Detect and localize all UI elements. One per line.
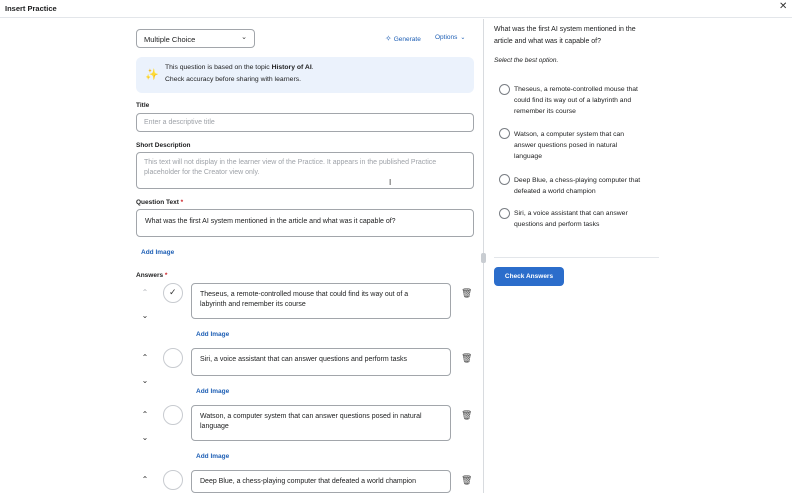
ai-topic-banner: ✨ This question is based on the topic Hi…: [136, 57, 474, 93]
short-description-placeholder-1: This text will not display in the learne…: [144, 159, 437, 166]
generate-label: Generate: [393, 36, 421, 43]
correct-answer-toggle[interactable]: ✓: [163, 283, 183, 303]
answer-input-4[interactable]: Deep Blue, a chess-playing computer that…: [191, 470, 451, 493]
preview-hint: Select the best option.: [494, 57, 559, 64]
question-text-value: What was the first AI system mentioned i…: [145, 218, 396, 225]
correct-answer-toggle[interactable]: [163, 348, 183, 368]
trash-icon[interactable]: 🗑: [461, 410, 472, 421]
dialog-titlebar: Insert Practice ✕: [0, 0, 792, 18]
preview-option-3: Deep Blue, a chess-playing computer that…: [514, 177, 641, 195]
chevron-down-icon: ⌄: [460, 35, 466, 41]
answer-input-3[interactable]: Watson, a computer system that can answe…: [191, 405, 451, 441]
trash-icon[interactable]: 🗑: [461, 353, 472, 364]
preview-question: What was the first AI system mentioned i…: [494, 26, 636, 45]
short-description-placeholder-2: placeholder for the Creator view only.: [144, 169, 260, 176]
chevron-down-icon: ⌄: [241, 34, 247, 41]
move-up-icon[interactable]: ⌃: [140, 289, 150, 297]
title-input[interactable]: Enter a descriptive title: [136, 113, 474, 132]
move-down-icon[interactable]: ⌄: [140, 312, 150, 320]
correct-answer-toggle[interactable]: [163, 405, 183, 425]
preview-option-radio[interactable]: [499, 174, 510, 185]
question-text-label: Question Text *: [136, 199, 184, 206]
add-image-question-link[interactable]: Add Image: [141, 249, 174, 256]
preview-option-2: Watson, a computer system that can answer…: [514, 131, 625, 160]
check-answers-button[interactable]: Check Answers: [494, 267, 564, 286]
add-image-answer-1-link[interactable]: Add Image: [196, 331, 229, 338]
banner-line-1: This question is based on the topic Hist…: [165, 64, 314, 71]
move-down-icon[interactable]: ⌄: [140, 434, 150, 442]
move-up-icon[interactable]: ⌃: [140, 411, 150, 419]
title-label: Title: [136, 102, 150, 109]
short-description-input[interactable]: This text will not display in the learne…: [136, 152, 474, 189]
answers-label: Answers *: [136, 272, 168, 279]
preview-option-4: Siri, a voice assistant that can answer q…: [514, 210, 628, 228]
banner-topic: History of AI: [271, 64, 312, 71]
preview-option-radio[interactable]: [499, 84, 510, 95]
short-description-label: Short Description: [136, 142, 191, 149]
correct-answer-toggle[interactable]: [163, 470, 183, 490]
magic-wand-icon: ✧: [385, 34, 392, 43]
dialog-title: Insert Practice: [5, 4, 57, 13]
add-image-answer-2-link[interactable]: Add Image: [196, 388, 229, 395]
banner-line-2: Check accuracy before sharing with learn…: [165, 76, 302, 83]
check-icon: ✓: [169, 287, 177, 297]
add-image-answer-3-link[interactable]: Add Image: [196, 453, 229, 460]
trash-icon[interactable]: 🗑: [461, 288, 472, 299]
close-icon[interactable]: ✕: [779, 2, 787, 12]
question-type-select[interactable]: Multiple Choice ⌄: [136, 29, 255, 48]
move-down-icon[interactable]: ⌄: [140, 377, 150, 385]
answer-input-2[interactable]: Siri, a voice assistant that can answer …: [191, 348, 451, 376]
move-up-icon[interactable]: ⌃: [140, 354, 150, 362]
generate-button[interactable]: ✧ Generate: [385, 34, 421, 43]
title-placeholder: Enter a descriptive title: [144, 119, 215, 126]
preview-option-radio[interactable]: [499, 208, 510, 219]
question-type-value: Multiple Choice: [144, 35, 196, 44]
question-text-input[interactable]: What was the first AI system mentioned i…: [136, 209, 474, 237]
resize-handle[interactable]: [481, 253, 486, 263]
text-cursor-icon: I: [389, 178, 392, 187]
answer-input-1[interactable]: Theseus, a remote-controlled mouse that …: [191, 283, 451, 319]
preview-option-1: Theseus, a remote-controlled mouse that c…: [514, 86, 638, 115]
preview-option-radio[interactable]: [499, 128, 510, 139]
move-up-icon[interactable]: ⌃: [140, 476, 150, 484]
options-label: Options: [435, 34, 458, 41]
magic-wand-icon: ✨: [145, 69, 159, 81]
options-button[interactable]: Options ⌄: [435, 34, 465, 41]
trash-icon[interactable]: 🗑: [461, 475, 472, 486]
preview-separator: [494, 257, 659, 258]
